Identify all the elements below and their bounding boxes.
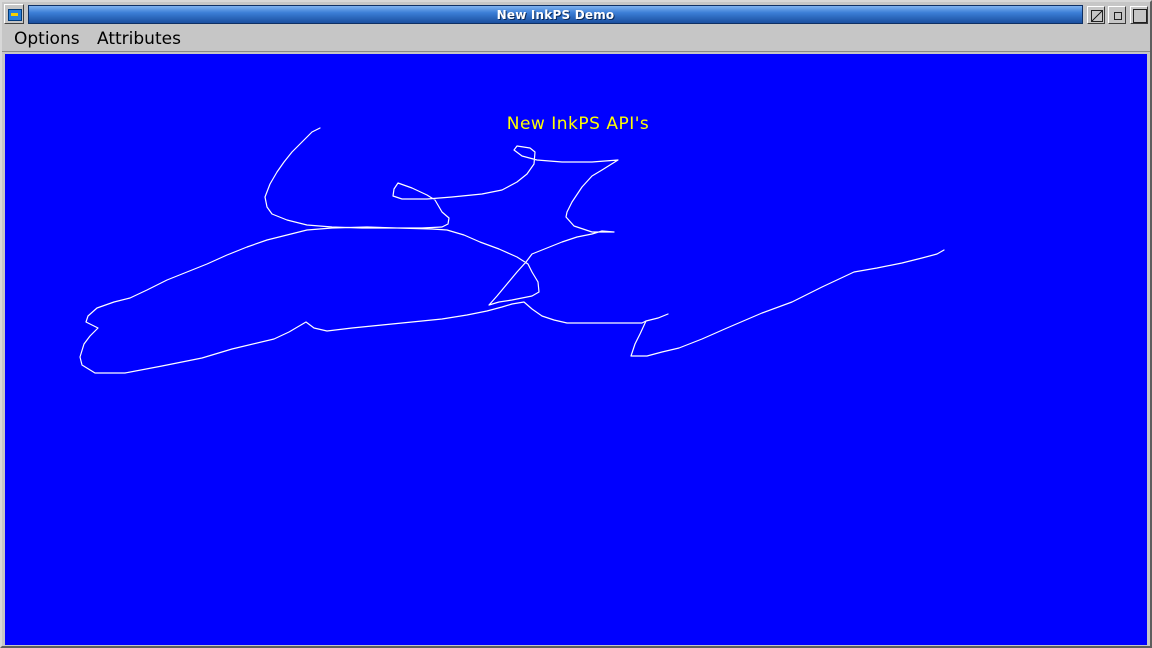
maximize-icon[interactable]: [1130, 6, 1148, 24]
minimize-icon[interactable]: [1108, 6, 1126, 24]
menu-attributes[interactable]: Attributes: [97, 29, 181, 49]
title-area[interactable]: New InkPS Demo: [28, 5, 1083, 24]
ink-stroke: [79, 127, 945, 374]
app-window: New InkPS Demo Options Attributes New In…: [0, 0, 1152, 648]
window-title: New InkPS Demo: [496, 7, 615, 22]
ink-drawing: [79, 127, 945, 374]
ink-stroke-tail: [645, 313, 669, 322]
app-icon: [8, 9, 22, 21]
menu-options[interactable]: Options: [14, 29, 80, 49]
app-system-menu-icon[interactable]: [4, 4, 24, 24]
hide-window-icon[interactable]: [1087, 6, 1105, 24]
menu-bar: Options Attributes: [2, 26, 1150, 52]
title-bar[interactable]: New InkPS Demo: [2, 2, 1150, 26]
ink-canvas[interactable]: New InkPS API's: [5, 54, 1147, 645]
